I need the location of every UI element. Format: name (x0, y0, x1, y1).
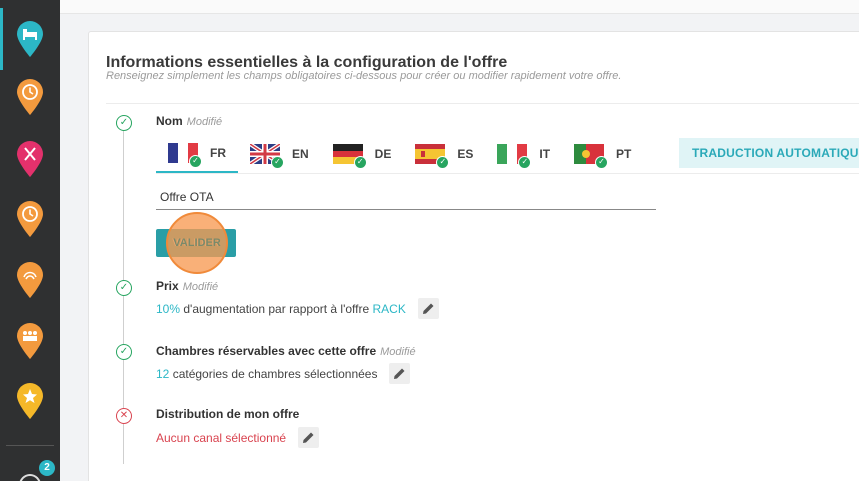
sidebar-item-star[interactable] (16, 382, 44, 420)
user-avatar[interactable] (19, 474, 41, 481)
star-icon (17, 383, 43, 419)
distribution-label: Distribution de mon offre (156, 407, 300, 421)
offer-config-card: Informations essentielles à la configura… (88, 31, 859, 481)
hotel-bed-icon (17, 21, 43, 57)
tab-lang-en[interactable]: ✓ EN (238, 135, 321, 173)
auto-translate-button[interactable]: TRADUCTION AUTOMATIQUE (679, 138, 859, 168)
check-icon: ✓ (436, 156, 450, 169)
tabs-divider (156, 173, 859, 174)
modified-tag: Modifié (186, 116, 223, 128)
tab-lang-pt[interactable]: ✓ PT (562, 135, 643, 173)
price-label: Prix Modifié (156, 279, 219, 293)
price-value: 10% d'augmentation par rapport à l'offre… (156, 298, 439, 319)
edit-rooms-button[interactable] (389, 363, 411, 384)
sidebar-divider (6, 445, 54, 446)
flag-fr-icon: ✓ (168, 143, 202, 168)
language-tabs: ✓ FR ✓ EN ✓ DE ✓ ES ✓ IT ✓ PT (156, 135, 643, 173)
sidebar-item-restaurant[interactable] (16, 140, 44, 178)
pencil-icon (422, 303, 434, 314)
check-icon: ✓ (353, 156, 367, 169)
notification-badge: 2 (39, 460, 55, 476)
card-divider (106, 103, 859, 104)
error-circle-icon: ✕ (116, 408, 132, 424)
check-icon: ✓ (189, 155, 202, 168)
tab-lang-es[interactable]: ✓ ES (403, 135, 485, 173)
tab-lang-fr[interactable]: ✓ FR (156, 135, 238, 173)
check-icon: ✓ (595, 156, 609, 169)
edit-price-button[interactable] (417, 298, 439, 319)
tab-lang-de[interactable]: ✓ DE (321, 135, 404, 173)
rooms-value: 12 catégories de chambres sélectionnées (156, 363, 411, 384)
modified-tag: Modifié (182, 281, 219, 293)
flag-es-icon: ✓ (415, 144, 450, 169)
card-subtitle: Renseignez simplement les champs obligat… (106, 70, 622, 82)
sidebar-item-meeting[interactable] (16, 322, 44, 360)
sidebar-item-spa[interactable] (16, 261, 44, 299)
flag-en-icon: ✓ (250, 144, 284, 169)
edit-distribution-button[interactable] (298, 427, 320, 448)
distribution-value: Aucun canal sélectionné (156, 427, 320, 448)
pencil-icon (394, 368, 405, 379)
spa-icon (17, 262, 43, 298)
sidebar-item-hotel[interactable] (16, 20, 44, 58)
clock-icon (17, 79, 43, 115)
check-circle-icon: ✓ (116, 280, 132, 296)
sidebar-item-clock[interactable] (16, 78, 44, 116)
sidebar: 2 (0, 0, 60, 481)
clock-icon (17, 201, 43, 237)
tab-lang-it[interactable]: ✓ IT (485, 135, 562, 173)
check-circle-icon: ✓ (116, 344, 132, 360)
meeting-icon (17, 323, 43, 359)
flag-pt-icon: ✓ (574, 144, 609, 169)
top-bar (60, 0, 859, 14)
sidebar-active-indicator (0, 8, 3, 70)
check-circle-icon: ✓ (116, 115, 132, 131)
flag-de-icon: ✓ (332, 144, 367, 169)
check-icon: ✓ (518, 156, 532, 169)
check-icon: ✓ (271, 156, 284, 169)
pencil-icon (303, 432, 314, 443)
flag-it-icon: ✓ (497, 144, 532, 169)
validate-button-overlay-label: VALIDER (173, 237, 221, 249)
rooms-label: Chambres réservables avec cette offre Mod… (156, 344, 416, 358)
modified-tag: Modifié (380, 346, 416, 358)
restaurant-icon (17, 141, 43, 177)
offer-name-input[interactable] (156, 184, 656, 210)
sidebar-item-clock-2[interactable] (16, 200, 44, 238)
name-label: Nom Modifié (156, 114, 223, 128)
